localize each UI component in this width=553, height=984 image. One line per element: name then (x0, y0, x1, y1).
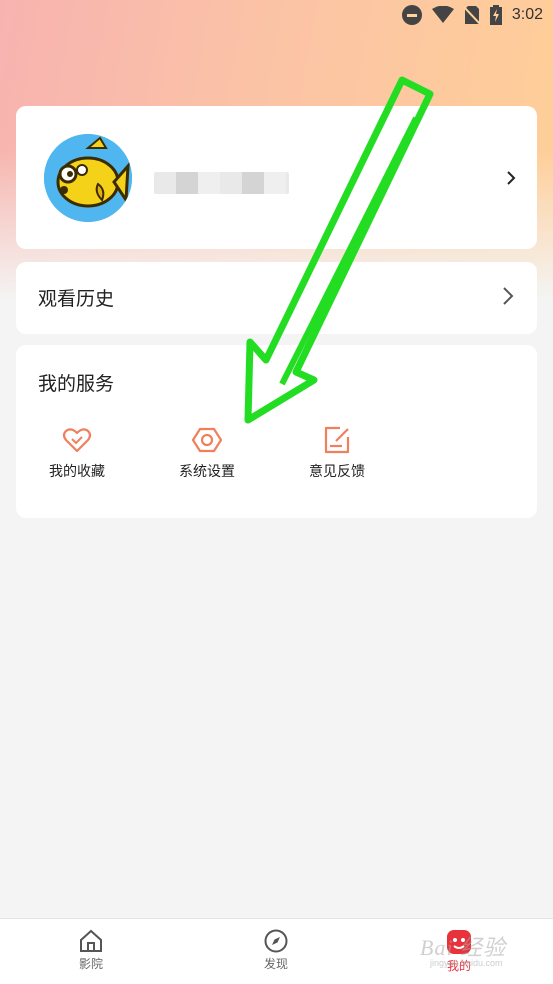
my-services-title: 我的服务 (38, 373, 115, 395)
service-feedback[interactable]: 意见反馈 (287, 425, 387, 481)
service-label: 系统设置 (179, 464, 235, 480)
home-icon (80, 929, 102, 952)
nav-label: 发现 (263, 957, 288, 971)
service-label: 我的收藏 (49, 464, 105, 480)
service-system-settings[interactable]: 系统设置 (157, 425, 257, 481)
profile-card[interactable] (16, 106, 537, 249)
battery-charging-icon (489, 5, 502, 25)
watch-history-title: 观看历史 (38, 288, 115, 310)
history-chevron-right-icon (503, 287, 514, 305)
fish-avatar-image (44, 134, 132, 222)
watch-history-row[interactable]: 观看历史 (16, 262, 537, 334)
baidu-watermark-url: jingyan.baidu.com (430, 958, 503, 968)
username-blurred (154, 172, 289, 194)
service-favorites[interactable]: 我的收藏 (27, 425, 127, 481)
no-sim-icon (463, 6, 480, 25)
nav-discover[interactable]: 发现 (246, 929, 306, 972)
wifi-icon (431, 6, 454, 23)
compass-icon (264, 929, 288, 953)
profile-chevron-right-icon[interactable] (506, 170, 516, 186)
hexagon-settings-icon (192, 427, 222, 453)
avatar[interactable] (44, 134, 132, 222)
service-label: 意见反馈 (309, 464, 365, 480)
status-time: 3:02 (511, 6, 543, 23)
my-services-card: 我的服务 我的收藏 系统设置 意见反馈 (16, 345, 537, 518)
nav-label: 影院 (78, 957, 103, 971)
nav-cinema[interactable]: 影院 (61, 929, 121, 972)
heart-icon (62, 428, 92, 453)
status-bar: 3:02 (0, 0, 553, 32)
do-not-disturb-icon (401, 5, 422, 25)
edit-note-icon (324, 426, 350, 454)
